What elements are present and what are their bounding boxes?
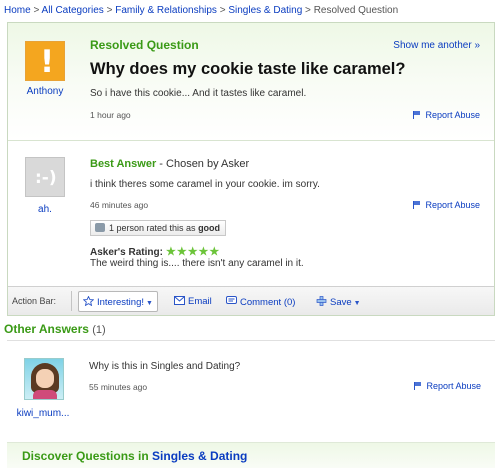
discover-category-link[interactable]: Singles & Dating: [152, 449, 247, 463]
best-answer-text: i think theres some caramel in your cook…: [90, 179, 320, 190]
best-answer-report-abuse-link[interactable]: Report Abuse: [413, 200, 480, 210]
caret-down-icon: ▼: [146, 300, 153, 307]
comment-button[interactable]: Comment (0): [226, 295, 295, 308]
email-label: Email: [188, 296, 212, 307]
question-time: 1 hour ago: [90, 110, 131, 120]
best-answer-heading: Best Answer - Chosen by Asker: [90, 158, 249, 170]
exclamation-avatar-icon: !: [40, 44, 55, 80]
discover-prefix: Discover Questions in: [22, 449, 153, 463]
flag-icon: [414, 382, 423, 390]
report-abuse-label: Report Abuse: [426, 381, 481, 391]
other-answer-item: kiwi_mum... Why is this in Singles and D…: [7, 340, 495, 422]
breadcrumb-singles-dating[interactable]: Singles & Dating: [228, 5, 302, 16]
avatar-shirt: [33, 390, 57, 399]
interesting-button[interactable]: Interesting! ▼: [78, 291, 158, 312]
other-answer-text: Why is this in Singles and Dating?: [89, 361, 241, 372]
discover-bar: Discover Questions in Singles & Dating: [7, 442, 495, 468]
breadcrumb-home[interactable]: Home: [4, 5, 31, 16]
breadcrumb-family-relationships[interactable]: Family & Relationships: [115, 5, 217, 16]
discover-heading: Discover Questions in Singles & Dating: [22, 449, 247, 463]
other-answerer-name[interactable]: kiwi_mum...: [7, 408, 79, 419]
action-bar-label: Action Bar:: [12, 296, 57, 306]
other-answer-time: 55 minutes ago: [89, 382, 148, 392]
other-answerer-avatar[interactable]: [24, 358, 64, 400]
report-abuse-label: Report Abuse: [425, 200, 480, 210]
best-answer-label: Best Answer: [90, 158, 157, 170]
other-answers-label: Other Answers: [4, 322, 89, 336]
question-report-abuse-link[interactable]: Report Abuse: [413, 110, 480, 120]
comment-label: Comment (0): [240, 297, 296, 308]
breadcrumb-current: Resolved Question: [313, 5, 399, 16]
breadcrumb: Home > All Categories > Family & Relatio…: [4, 5, 399, 16]
comment-icon: [226, 296, 237, 305]
interesting-label: Interesting!: [97, 297, 144, 308]
other-answer-report-abuse-link[interactable]: Report Abuse: [414, 381, 481, 391]
report-abuse-label: Report Abuse: [425, 110, 480, 120]
question-title: Why does my cookie taste like caramel?: [90, 60, 406, 78]
caret-down-icon: ▼: [353, 300, 361, 307]
email-button[interactable]: Email: [174, 295, 212, 307]
chosen-by-text: - Chosen by Asker: [156, 158, 250, 170]
thumbs-up-icon: [95, 223, 105, 232]
asker-name[interactable]: Anthony: [15, 86, 75, 97]
plus-icon: [316, 296, 327, 306]
asker-rating-stars: ★★★★★: [165, 246, 221, 258]
show-another-link[interactable]: Show me another »: [393, 40, 480, 51]
rated-good-box[interactable]: 1 person rated this as good: [90, 220, 227, 236]
rated-value: good: [198, 223, 221, 233]
best-answer-time: 46 minutes ago: [90, 200, 149, 210]
avatar-face: [36, 369, 54, 388]
smiley-avatar-icon: :-): [35, 168, 57, 188]
flag-icon: [413, 111, 422, 119]
save-label: Save: [330, 297, 352, 308]
action-bar: Action Bar: Interesting! ▼ Email Comment …: [8, 286, 494, 315]
envelope-icon: [174, 296, 185, 305]
answerer-name[interactable]: ah.: [15, 204, 75, 215]
breadcrumb-all-categories[interactable]: All Categories: [42, 5, 104, 16]
other-answers-title: Other Answers (1): [4, 322, 106, 336]
flag-icon: [413, 201, 422, 209]
question-body: So i have this cookie... And it tastes l…: [90, 88, 307, 99]
asker-avatar[interactable]: !: [25, 41, 65, 81]
star-icon: [82, 295, 95, 307]
asker-rating-comment: The weird thing is.... there isn't any c…: [90, 258, 304, 269]
action-bar-divider: [71, 291, 72, 311]
asker-rating-label: Asker's Rating:: [90, 247, 163, 258]
question-frame: ! Anthony Resolved Question Show me anot…: [7, 22, 495, 316]
rated-prefix: 1 person rated this as: [109, 223, 199, 233]
save-button[interactable]: Save ▼: [316, 295, 361, 308]
asker-rating: Asker's Rating: ★★★★★: [90, 245, 220, 258]
other-answers-count: (1): [92, 324, 106, 336]
resolved-question-label: Resolved Question: [90, 38, 199, 52]
best-answer-block: :-) ah. Best Answer - Chosen by Asker i …: [8, 142, 494, 286]
answerer-avatar[interactable]: :-): [25, 157, 65, 197]
question-block: ! Anthony Resolved Question Show me anot…: [8, 23, 494, 141]
